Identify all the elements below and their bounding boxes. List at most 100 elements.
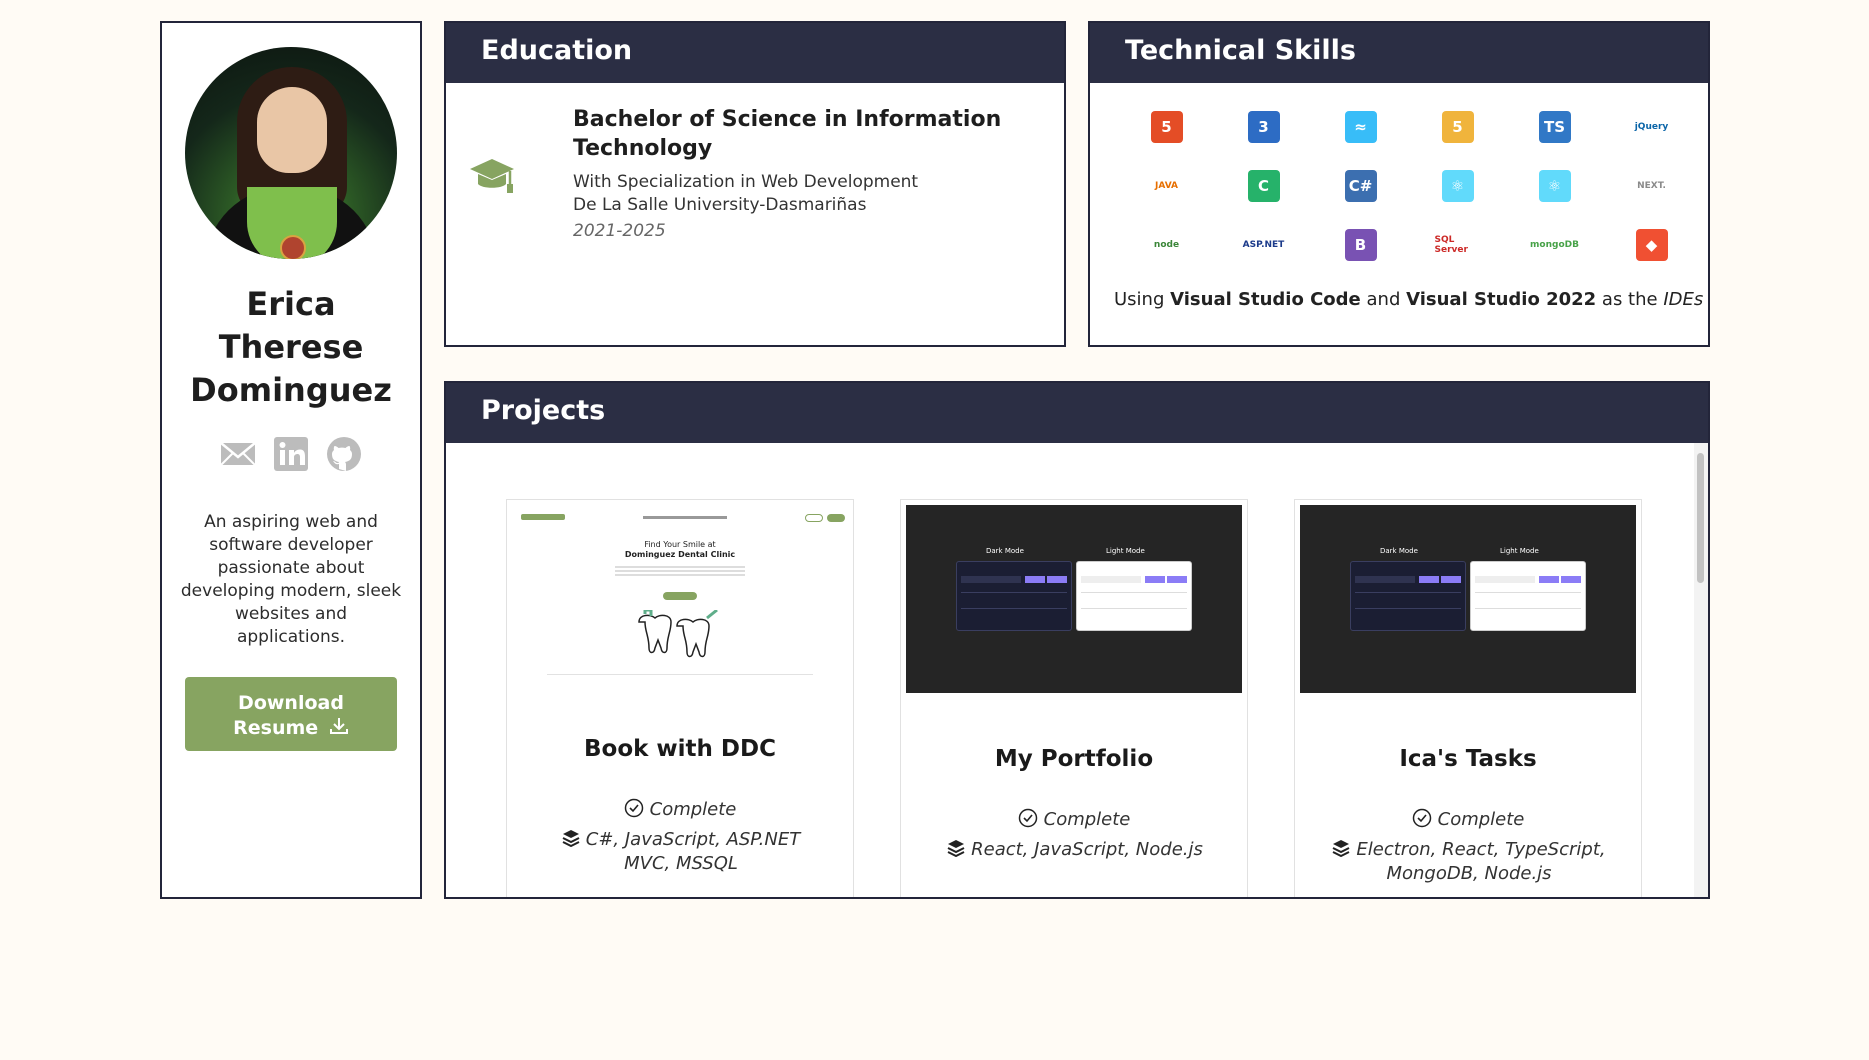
graduation-cap-icon [468,155,516,199]
projects-scrollbar[interactable] [1694,443,1708,897]
tech-label: Electron, React, TypeScript, MongoDB, No… [1356,839,1606,884]
scrollbar-thumb[interactable] [1697,453,1704,583]
react-icon: ⚛ [1441,170,1474,202]
skill-ui-shield: 5 [1409,103,1506,151]
project-card-portfolio[interactable]: Dark Mode Light Mode My Portfolio Comple… [900,499,1248,897]
skill-jquery: jQuery [1603,103,1700,151]
skill-git: ◆ [1603,221,1700,269]
ide-prefix: Using [1114,289,1165,310]
projects-card: Projects Find Your Smile at Dominguez De… [444,381,1710,899]
project-card-icas-tasks[interactable]: Dark Mode Light Mode Ica's Tasks Complet… [1294,499,1642,897]
projects-heading: Projects [446,383,1708,443]
github-icon[interactable] [326,436,362,472]
name-line-2: Therese [218,328,364,366]
layers-icon [562,830,580,848]
project-card-ddc[interactable]: Find Your Smile at Dominguez Dental Clin… [506,499,854,897]
about-text: An aspiring web and software developer p… [180,512,402,647]
profile-card: Erica Therese Dominguez An aspiring web … [160,21,422,899]
project-title: My Portfolio [994,746,1154,772]
mongodb-icon: mongoDB [1530,240,1579,250]
jquery-icon: jQuery [1634,122,1669,132]
css3-icon: 3 [1247,111,1280,143]
project-thumbnail-icas-tasks: Dark Mode Light Mode [1300,505,1636,693]
social-links [162,436,420,472]
skill-nextjs: NEXT. [1603,162,1700,210]
thumb-headline-1: Find Your Smile at [644,540,716,549]
ide-visual-studio: Visual Studio 2022 [1406,289,1597,310]
download-icon [329,718,348,734]
ide-statement: Using Visual Studio Code and Visual Stud… [1114,289,1703,310]
git-icon: ◆ [1635,229,1668,261]
check-circle-icon [1018,808,1037,828]
skill-css3: 3 [1215,103,1312,151]
tech-label: React, JavaScript, Node.js [971,839,1203,860]
degree-title: Bachelor of Science in Information Techn… [573,107,1002,161]
technical-skills-card: Technical Skills 5 3 ≈5 TS jQuery JAVA C C# ⚛ ⚛ NE… [1088,21,1710,347]
ui-shield-icon: 5 [1441,111,1474,143]
skill-bootstrap: B [1312,221,1409,269]
skill-html5: 5 [1118,103,1215,151]
specialization: With Specialization in Web Development [573,172,919,192]
thumb-dark-label: Dark Mode [986,547,1024,555]
skill-csharp: C# [1312,162,1409,210]
school-name: De La Salle University-Dasmariñas [573,195,867,215]
skill-java: JAVA [1118,162,1215,210]
layers-icon [1332,840,1350,858]
education-heading: Education [446,23,1064,83]
education-card: Education Bachelor of Science in Informa… [444,21,1066,347]
project-tech: React, JavaScript, Node.js [931,838,1219,862]
skill-react: ⚛ [1409,162,1506,210]
tailwind-icon: ≈ [1344,111,1377,143]
project-title: Book with DDC [583,736,776,762]
status-label: Complete [1437,809,1525,830]
download-label-2: Resume [233,717,319,739]
layers-icon [947,840,965,858]
skill-typescript: TS [1506,103,1603,151]
project-title: Ica's Tasks [1399,746,1537,772]
nextjs-icon: NEXT. [1637,181,1666,191]
skill-react-native: ⚛ [1506,162,1603,210]
status-label: Complete [649,799,737,820]
project-tech: C#, JavaScript, ASP.NET MVC, MSSQL [537,828,825,876]
download-label-1: Download [238,692,344,714]
name-line-3: Dominguez [190,371,392,409]
tech-label: C#, JavaScript, ASP.NET MVC, MSSQL [585,829,801,874]
skill-csharp-green: C [1215,162,1312,210]
project-thumbnail-ddc: Find Your Smile at Dominguez Dental Clin… [511,502,849,678]
thumb-light-label: Light Mode [1500,547,1539,555]
check-circle-icon [624,798,643,818]
aspnet-icon: ASP.NET [1242,240,1285,250]
thumb-headline-2: Dominguez Dental Clinic [624,550,736,559]
name-line-1: Erica [246,285,336,323]
project-thumbnail-portfolio: Dark Mode Light Mode [906,505,1242,693]
react-native-icon: ⚛ [1538,170,1571,202]
nodejs-icon: node [1153,240,1180,250]
skill-aspnet: ASP.NET [1215,221,1312,269]
typescript-icon: TS [1538,111,1571,143]
sqlserver-icon: SQL Server [1434,235,1468,255]
download-resume-button[interactable]: Download Resume [185,677,397,751]
html5-icon: 5 [1150,111,1183,143]
mail-icon[interactable] [220,436,256,472]
java-icon: JAVA [1154,181,1179,191]
check-circle-icon [1412,808,1431,828]
projects-scroll-area[interactable]: Find Your Smile at Dominguez Dental Clin… [446,443,1708,897]
csharp-icon: C# [1344,170,1377,202]
ide-vscode: Visual Studio Code [1170,289,1361,310]
status-label: Complete [1043,809,1131,830]
project-status: Complete [507,798,853,820]
linkedin-icon[interactable] [273,436,309,472]
bootstrap-icon: B [1344,229,1377,261]
project-tech: Electron, React, TypeScript, MongoDB, No… [1325,838,1613,886]
project-status: Complete [901,808,1247,830]
profile-photo [185,47,397,259]
education-years: 2021-2025 [573,221,666,241]
project-status: Complete [1295,808,1641,830]
ide-as-the: as the [1601,289,1658,310]
skill-icons-grid: 5 3 ≈5 TS jQuery JAVA C C# ⚛ ⚛ NEXT. node ASP.NET B SQ… [1118,103,1682,269]
tooth-illustration [633,608,727,668]
thumb-dark-label: Dark Mode [1380,547,1418,555]
skill-sqlserver: SQL Server [1409,221,1506,269]
csharp-green-icon: C [1247,170,1280,202]
skill-nodejs: node [1118,221,1215,269]
